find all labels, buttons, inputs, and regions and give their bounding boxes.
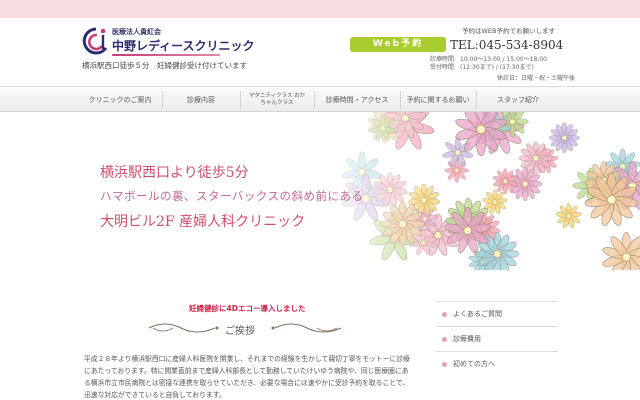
header: 医療法人貴紅会 中野レディースクリニック 横浜駅西口徒歩５分 妊婦健診受け付けて… xyxy=(0,18,640,86)
top-strip xyxy=(0,0,640,18)
logo-underline xyxy=(112,54,220,56)
logo-corporation-name: 医療法人貴紅会 xyxy=(112,28,161,36)
hero-headline-landmarks: ハマボールの裏、スターバックスの斜め前にある xyxy=(100,189,364,203)
hours-label: 診療時間 xyxy=(430,56,455,63)
flower-shape xyxy=(555,202,582,229)
web-reservation-button[interactable]: Web予約 xyxy=(350,37,446,52)
sidebar-item-first-visit[interactable]: 初めての方へ xyxy=(436,351,558,376)
nav-item-staff[interactable]: スタッフ紹介 xyxy=(476,87,560,113)
hours-value: (12:30まで) / (17:30まで) xyxy=(460,64,534,71)
hours-label: 受付時間 xyxy=(430,64,455,71)
nav-item-treatments[interactable]: 診療内容 xyxy=(162,87,240,113)
consultation-hours: 診療時間 10:00〜13:00 / 15:00〜18:00 受付時間 (12:… xyxy=(430,56,547,72)
sidebar-item-label: よくあるご質問 xyxy=(453,310,502,318)
greeting-title: ご挨拶 xyxy=(225,326,255,337)
news-headline[interactable]: 妊婦健診に4Dエコー導入しました xyxy=(189,303,305,314)
hours-row: 診療時間 10:00〜13:00 / 15:00〜18:00 xyxy=(430,56,547,64)
sidebar-item-fees[interactable]: 診療費用 xyxy=(436,326,558,351)
hero-banner: 横浜駅西口より徒歩5分 ハマボールの裏、スターバックスの斜め前にある 大明ビル2… xyxy=(0,112,640,270)
closed-days: 休診日：日曜・祝・土曜午後 xyxy=(497,75,576,82)
greeting-text: 平成２８年より横浜駅西口に産婦人科医院を開業し、それまでの経験を生かして親切丁寧… xyxy=(84,355,410,399)
flower-shape xyxy=(602,232,640,270)
nav-item-maternity-class[interactable]: マタニティクラス おかちゃんクラス xyxy=(240,87,314,113)
hero-headline-access: 横浜駅西口より徒歩5分 xyxy=(100,165,249,181)
clinic-logo[interactable]: 医療法人貴紅会 中野レディースクリニック xyxy=(82,22,255,62)
nav-item-reservation-requests[interactable]: 予約に関するお願い xyxy=(400,87,476,113)
nav-item-clinic-guide[interactable]: クリニックのご案内 xyxy=(78,87,162,113)
hours-value: 10:00〜13:00 / 15:00〜18:00 xyxy=(460,56,548,63)
sidebar-item-label: 初めての方へ xyxy=(453,360,495,368)
reservation-note: 予約はWEB予約でお願いします xyxy=(462,27,555,35)
nav-item-hours-access[interactable]: 診療時間・アクセス xyxy=(314,87,400,113)
bullet-icon xyxy=(442,336,447,342)
bullet-icon xyxy=(442,361,447,367)
bullet-icon xyxy=(442,311,447,317)
sidebar-menu: よくあるご質問 診療費用 初めての方へ xyxy=(436,301,558,376)
logo-mark-icon xyxy=(82,27,108,55)
phone-number[interactable]: TEL:045-534-8904 xyxy=(450,38,563,52)
hours-row: 受付時間 (12:30まで) / (17:30まで) xyxy=(430,64,547,72)
flower-shape xyxy=(548,122,580,154)
main-nav: クリニックのご案内 診療内容 マタニティクラス おかちゃんクラス 診療時間・アク… xyxy=(0,86,640,112)
logo-clinic-name: 中野レディースクリニック xyxy=(112,39,255,53)
header-tagline: 横浜駅西口徒歩５分 妊婦健診受け付けています xyxy=(82,61,247,70)
main-content: 妊婦健診に4Dエコー導入しました ご挨拶 平成２８年より横浜駅西口に産婦人科医院… xyxy=(0,270,640,400)
hero-headline-building: 大明ビル2F 産婦人科クリニック xyxy=(100,214,306,230)
sidebar-item-faq[interactable]: よくあるご質問 xyxy=(436,301,558,326)
sidebar-item-label: 診療費用 xyxy=(453,335,481,343)
